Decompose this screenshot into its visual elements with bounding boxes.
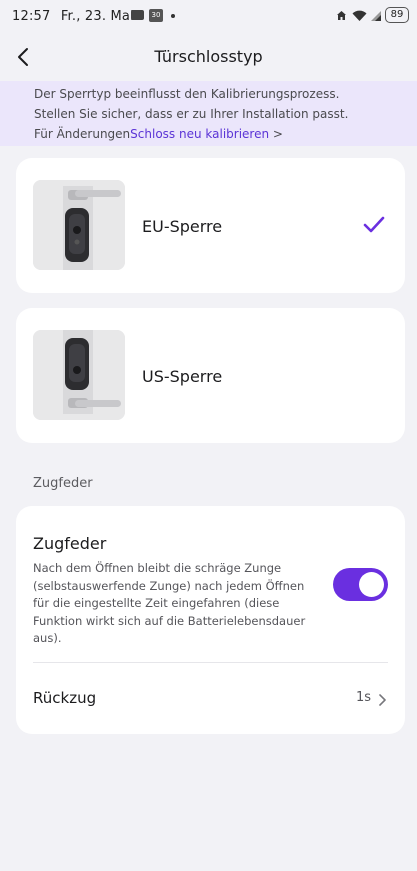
lock-option-us-label: US-Sperre [142, 367, 223, 386]
page-title: Türschlosstyp [154, 47, 263, 66]
banner-line-3: Für ÄnderungenSchloss neu kalibrieren > [34, 124, 383, 144]
spring-title: Zugfeder [33, 534, 107, 553]
retract-row[interactable]: Rückzug 1s [16, 666, 405, 734]
dot-icon [171, 14, 175, 18]
divider [33, 662, 388, 663]
banner-line-1: Der Sperrtyp beeinflusst den Kalibrierun… [34, 87, 340, 101]
home-icon [336, 10, 347, 21]
mail-icon [131, 10, 144, 20]
calendar-icon: 30 [149, 9, 163, 22]
lock-option-eu-label: EU-Sperre [142, 217, 223, 236]
status-date: Fr., 23. Mai [60, 9, 134, 24]
lock-option-eu[interactable]: EU-Sperre [16, 158, 405, 293]
checkmark-icon [363, 215, 385, 235]
status-bar: 12:57 Fr., 23. Mai 30 89 [0, 0, 417, 34]
wifi-icon [352, 10, 367, 22]
toggle-knob [359, 572, 384, 597]
door-handle-eu-image [33, 180, 125, 270]
retract-label: Rückzug [33, 689, 97, 707]
signal-icon [370, 10, 382, 22]
banner-line-3-prefix: Für Änderungen [34, 127, 131, 141]
banner-link-chevron: > [269, 127, 283, 141]
battery-icon: 89 [385, 7, 409, 23]
info-banner: Der Sperrtyp beeinflusst den Kalibrierun… [0, 81, 417, 146]
lock-option-us[interactable]: US-Sperre [16, 308, 405, 443]
spring-description: Nach dem Öffnen bleibt die schräge Zunge… [33, 561, 306, 645]
recalibrate-link[interactable]: Schloss neu kalibrieren [130, 127, 269, 141]
banner-line-2: Stellen Sie sicher, dass er zu Ihrer Ins… [34, 107, 349, 121]
section-title: Zugfeder [33, 476, 93, 491]
chevron-right-icon [378, 692, 388, 706]
status-time: 12:57 Fr., 23. Mai [12, 9, 134, 24]
door-handle-us-image [33, 330, 125, 420]
spring-toggle[interactable] [333, 568, 388, 601]
header: Türschlosstyp [0, 34, 417, 80]
retract-value: 1s [355, 690, 371, 705]
spring-card: Zugfeder Nach dem Öffnen bleibt die schr… [16, 506, 405, 734]
